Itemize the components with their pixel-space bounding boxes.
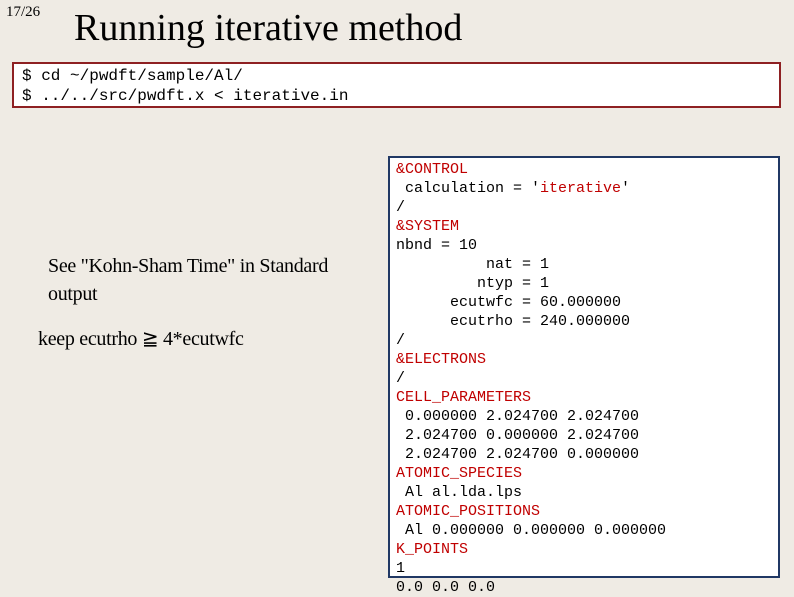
kw-atomic-species: ATOMIC_SPECIES: [396, 465, 522, 482]
input-line: 1: [396, 560, 405, 577]
input-line: Al al.lda.lps: [396, 484, 522, 501]
input-line: ecutrho = 240.000000: [396, 313, 630, 330]
kw-atomic-positions: ATOMIC_POSITIONS: [396, 503, 540, 520]
input-line: nat = 1: [396, 256, 549, 273]
kw-k-points: K_POINTS: [396, 541, 468, 558]
note-ecutrho: keep ecutrho ≧ 4*ecutwfc: [38, 326, 358, 351]
input-line: calculation = ': [396, 180, 540, 197]
command-box: $ cd ~/pwdft/sample/Al/ $ ../../src/pwdf…: [12, 62, 781, 108]
input-file-box: &CONTROL calculation = 'iterative' / &SY…: [388, 156, 780, 578]
input-line: 2.024700 2.024700 0.000000: [396, 446, 639, 463]
kw-cell-parameters: CELL_PARAMETERS: [396, 389, 531, 406]
cmd-line-2: $ ../../src/pwdft.x < iterative.in: [22, 87, 348, 105]
note-kohn-sham: See "Kohn-Sham Time" in Standard output: [48, 252, 368, 308]
slide-title: Running iterative method: [74, 6, 462, 50]
input-line: /: [396, 332, 405, 349]
input-line: nbnd = 10: [396, 237, 477, 254]
kw-control: &CONTROL: [396, 161, 468, 178]
input-line: 0.0 0.0 0.0: [396, 579, 495, 596]
input-line: /: [396, 199, 405, 216]
cmd-line-1: $ cd ~/pwdft/sample/Al/: [22, 67, 243, 85]
kw-system: &SYSTEM: [396, 218, 459, 235]
kw-electrons: &ELECTRONS: [396, 351, 486, 368]
input-line: /: [396, 370, 405, 387]
input-line: 0.000000 2.024700 2.024700: [396, 408, 639, 425]
kw-iterative: iterative: [540, 180, 621, 197]
input-line: Al 0.000000 0.000000 0.000000: [396, 522, 666, 539]
page-number: 17/26: [6, 4, 40, 21]
input-line: 2.024700 0.000000 2.024700: [396, 427, 639, 444]
input-line: ': [621, 180, 630, 197]
input-line: ecutwfc = 60.000000: [396, 294, 621, 311]
input-line: ntyp = 1: [396, 275, 549, 292]
